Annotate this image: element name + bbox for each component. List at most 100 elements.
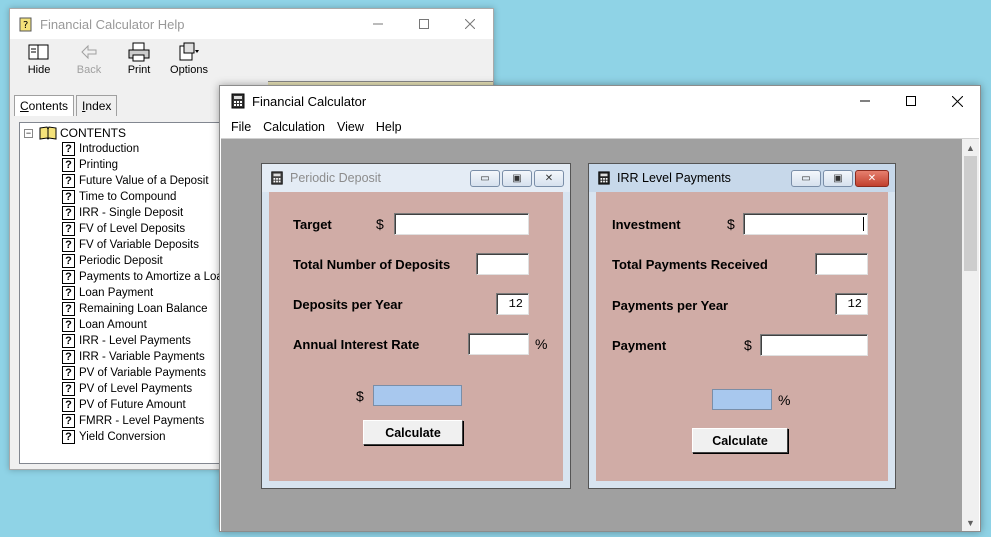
tree-item[interactable]: ? Future Value of a Deposit [62, 173, 229, 189]
result-dollar-symbol: $ [356, 388, 364, 404]
num-deposits-label: Total Number of Deposits [293, 257, 451, 272]
tree-root[interactable]: − CONTENTS [24, 125, 126, 141]
deposits-per-year-input[interactable]: 12 [496, 293, 529, 315]
total-received-input[interactable] [815, 253, 868, 275]
calculator-titlebar[interactable]: Financial Calculator [220, 86, 980, 116]
periodic-maximize-button[interactable]: ▣ [502, 169, 532, 187]
periodic-deposit-result [373, 385, 462, 406]
tree-item[interactable]: ? PV of Future Amount [62, 397, 229, 413]
options-button[interactable]: COptions [164, 39, 214, 79]
hide-icon [28, 44, 49, 60]
tab-index[interactable]: Index [76, 95, 118, 116]
calc-minimize-button[interactable] [842, 86, 888, 116]
tree-item-label: Yield Conversion [79, 431, 166, 443]
periodic-calculate-button[interactable]: Calculate [363, 420, 463, 445]
tree-item[interactable]: ? FV of Level Deposits [62, 221, 229, 237]
investment-label: Investment [612, 217, 681, 232]
vertical-scrollbar[interactable]: ▲ ▼ [962, 139, 979, 531]
num-deposits-input[interactable] [476, 253, 529, 275]
tree-item[interactable]: ? Printing [62, 157, 229, 173]
print-button[interactable]: Print [114, 39, 164, 79]
tree-item[interactable]: ? Payments to Amortize a Loan [62, 269, 229, 285]
periodic-deposit-titlebar[interactable]: Periodic Deposit ▭ ▣ ✕ [262, 164, 570, 192]
tree-item[interactable]: ? PV of Level Payments [62, 381, 229, 397]
payment-dollar-symbol: $ [744, 337, 752, 353]
scroll-up-icon[interactable]: ▲ [962, 139, 979, 156]
rate-percent-symbol: % [535, 336, 548, 352]
hide-button[interactable]: Hide [14, 39, 64, 79]
calc-close-button[interactable] [934, 86, 980, 116]
help-toolbar: Hide Back Print COptions [10, 39, 493, 81]
target-dollar-symbol: $ [376, 216, 384, 232]
tab-contents[interactable]: Contents [14, 95, 75, 116]
tree-item[interactable]: ? PV of Variable Payments [62, 365, 229, 381]
periodic-deposit-form: Target $ Total Number of Deposits Deposi… [269, 192, 563, 481]
tree-item[interactable]: ? IRR - Single Deposit [62, 205, 229, 221]
tree-item-label: FV of Level Deposits [79, 223, 186, 235]
scroll-down-icon[interactable]: ▼ [962, 514, 979, 531]
tree-item[interactable]: ? Yield Conversion [62, 429, 229, 445]
calc-maximize-button[interactable] [888, 86, 934, 116]
menu-view[interactable]: View [332, 120, 369, 134]
irr-level-payments-titlebar[interactable]: IRR Level Payments ▭ ▣ ✕ [589, 164, 895, 192]
tree-item-label: Introduction [79, 143, 140, 155]
deposits-per-year-label: Deposits per Year [293, 297, 403, 312]
help-topic-icon: ? [62, 414, 75, 428]
tree-item[interactable]: ? FMRR - Level Payments [62, 413, 229, 429]
payment-label: Payment [612, 338, 667, 353]
tree-item[interactable]: ? Loan Payment [62, 285, 229, 301]
tree-item-label: Loan Payment [79, 287, 154, 299]
help-titlebar[interactable]: ? Financial Calculator Help [10, 9, 493, 39]
calculator-window[interactable]: Financial Calculator File Calculation Vi… [219, 85, 981, 532]
help-topic-icon: ? [62, 430, 75, 444]
tree-item-label: Loan Amount [79, 319, 147, 331]
payments-per-year-input[interactable]: 12 [835, 293, 868, 315]
tree-item[interactable]: ? FV of Variable Deposits [62, 237, 229, 253]
irr-maximize-button[interactable]: ▣ [823, 169, 853, 187]
menu-help[interactable]: Help [371, 120, 407, 134]
close-icon [465, 19, 475, 29]
interest-rate-input[interactable] [468, 333, 529, 355]
minimize-icon: ▭ [801, 172, 811, 184]
tree-item[interactable]: ? Introduction [62, 141, 229, 157]
help-minimize-button[interactable] [355, 9, 401, 39]
close-icon: ✕ [544, 172, 554, 184]
back-label: Back [76, 64, 102, 76]
payment-input[interactable] [760, 334, 868, 356]
tree-item-label: Printing [79, 159, 118, 171]
tree-item[interactable]: ? Time to Compound [62, 189, 229, 205]
tree-item[interactable]: ? Loan Amount [62, 317, 229, 333]
collapse-icon[interactable]: − [24, 128, 33, 138]
menu-calculation[interactable]: Calculation [258, 120, 330, 134]
help-maximize-button[interactable] [401, 9, 447, 39]
investment-input[interactable] [743, 213, 868, 235]
irr-minimize-button[interactable]: ▭ [791, 169, 821, 187]
irr-level-payments-form: Investment $ Total Payments Received Pay… [596, 192, 888, 481]
periodic-close-button[interactable]: ✕ [534, 169, 564, 187]
tree-item-label: Payments to Amortize a Loan [79, 271, 230, 283]
help-topic-icon: ? [62, 238, 75, 252]
tree-item[interactable]: ? IRR - Level Payments [62, 333, 229, 349]
help-topic-icon: ? [62, 158, 75, 172]
back-button[interactable]: Back [64, 39, 114, 79]
tree-item-label: PV of Variable Payments [79, 367, 206, 379]
menu-file[interactable]: File [226, 120, 256, 134]
print-label: Print [127, 64, 151, 76]
scroll-thumb[interactable] [964, 156, 977, 271]
irr-close-button[interactable]: ✕ [855, 169, 889, 187]
target-input[interactable] [394, 213, 529, 235]
irr-level-payments-window[interactable]: IRR Level Payments ▭ ▣ ✕ Investment $ To… [588, 163, 896, 489]
help-topic-icon: ? [62, 334, 75, 348]
minimize-icon [373, 23, 383, 25]
periodic-deposit-window[interactable]: Periodic Deposit ▭ ▣ ✕ Target $ Total Nu… [261, 163, 571, 489]
periodic-minimize-button[interactable]: ▭ [470, 169, 500, 187]
close-icon [951, 95, 963, 107]
tree-item[interactable]: ? IRR - Variable Payments [62, 349, 229, 365]
maximize-icon [906, 96, 916, 106]
help-close-button[interactable] [447, 9, 493, 39]
tree-item-label: IRR - Single Deposit [79, 207, 184, 219]
tree-item-label: PV of Future Amount [79, 399, 186, 411]
tree-item[interactable]: ? Periodic Deposit [62, 253, 229, 269]
irr-calculate-button[interactable]: Calculate [692, 428, 788, 453]
tree-item[interactable]: ? Remaining Loan Balance [62, 301, 229, 317]
